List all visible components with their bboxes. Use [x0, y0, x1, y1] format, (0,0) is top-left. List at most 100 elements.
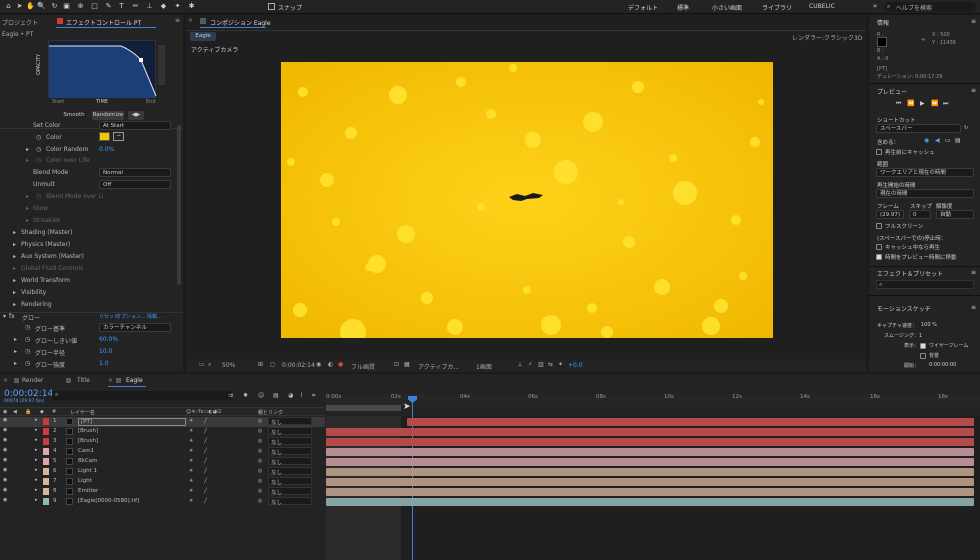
eye-icon[interactable]: ◉ — [3, 437, 7, 443]
layer-row[interactable]: ◉ ▸ 2 [Brush] ✳ ╱ ◎ なし — [0, 427, 325, 437]
first-frame-icon[interactable]: ⏮ — [896, 100, 901, 108]
camera-tool-icon[interactable]: ▣ — [62, 2, 71, 11]
parent-select[interactable]: なし — [268, 417, 312, 426]
effect-panel-scrollbar[interactable] — [177, 125, 181, 285]
tab-project[interactable]: プロジェクト — [2, 18, 38, 27]
fx-switch-icon[interactable]: ╱ — [204, 428, 207, 434]
layer-row[interactable]: ◉ ▸ 8 Emitter ✳ ╱ ◎ なし — [0, 487, 325, 497]
hand-tool-icon[interactable]: ✋ — [26, 2, 35, 11]
range-select[interactable]: ワークエリアと現在の時間 — [876, 168, 974, 177]
work-area-bar[interactable] — [326, 405, 401, 411]
play-icon[interactable]: ▶ — [920, 100, 925, 107]
expand-arrow-icon[interactable]: ▸ — [26, 217, 29, 227]
panel-menu-icon[interactable]: ≡ — [971, 87, 976, 94]
grid-icon[interactable]: ⊞ — [258, 361, 263, 368]
timeline-tab-render[interactable]: Render — [22, 377, 43, 384]
more-workspaces-icon[interactable]: » — [872, 2, 878, 11]
expand-arrow-icon[interactable]: ▸ — [35, 467, 38, 473]
layer-row[interactable]: ◉ ▸ 9 [Eagle[0000-0580].tif] ✳ ╱ ◎ なし — [0, 497, 325, 507]
zoom-select[interactable]: 50% — [222, 362, 235, 369]
expand-arrow-icon[interactable]: ▸ — [26, 193, 29, 203]
layer-bar[interactable] — [326, 458, 974, 466]
loop-icon[interactable]: ↻ — [964, 125, 968, 131]
randomize-button[interactable]: Randomize — [92, 111, 124, 120]
unmult-select[interactable]: Off — [99, 180, 171, 189]
fx-switch-icon[interactable]: ╱ — [204, 468, 207, 474]
color-random-value[interactable]: 0.0% — [99, 146, 114, 156]
eyedropper-icon[interactable]: ⊸ — [113, 132, 124, 141]
workspace-library[interactable]: ライブラリ — [762, 3, 792, 12]
rendering[interactable]: Rendering — [21, 301, 52, 311]
pickwhip-icon[interactable]: ◎ — [258, 428, 262, 434]
draft3d-icon[interactable]: ✸ — [243, 392, 248, 399]
tab-effect-controls[interactable]: エフェクトコントロール PT — [66, 18, 141, 27]
panel-menu-icon[interactable]: ≡ — [971, 304, 976, 311]
workspace-small[interactable]: 小さい画面 — [712, 3, 742, 12]
snap-checkbox[interactable] — [268, 3, 275, 10]
color-swatch[interactable] — [99, 132, 110, 141]
expand-arrow-icon[interactable]: ▸ — [13, 229, 16, 239]
expand-arrow-icon[interactable]: ▸ — [13, 277, 16, 287]
cache-before-checkbox[interactable] — [876, 149, 882, 155]
stopwatch-icon[interactable]: ◷ — [25, 360, 30, 370]
shy-switch-icon[interactable]: ✳ — [189, 418, 193, 424]
expand-arrow-icon[interactable]: ▸ — [35, 427, 38, 433]
fx-switch-icon[interactable]: ╱ — [204, 498, 207, 504]
layer-name[interactable]: [PT] — [78, 418, 186, 426]
move-time-checkbox[interactable] — [876, 254, 882, 260]
layer-name[interactable]: Emitter — [78, 488, 98, 494]
brush-tool-icon[interactable]: ✏ — [131, 2, 140, 11]
help-search-placeholder[interactable]: ヘルプを検索 — [896, 3, 932, 12]
prev-frame-icon[interactable]: ⏪ — [907, 100, 914, 107]
expand-arrow-icon[interactable]: ▸ — [26, 146, 29, 156]
shy-switch-icon[interactable]: ✳ — [189, 428, 193, 434]
mask-icon[interactable]: ◻ — [270, 361, 275, 368]
layer-label-color[interactable] — [43, 448, 49, 455]
parent-select[interactable]: なし — [268, 477, 312, 486]
layer-row[interactable]: ◉ ▸ 7 Light ✳ ╱ ◎ なし — [0, 477, 325, 487]
layer-label-color[interactable] — [43, 488, 49, 495]
flip-button[interactable]: ◀▶ — [128, 111, 144, 120]
rect-tool-icon[interactable]: □ — [90, 2, 99, 11]
layer-name[interactable]: BkCam — [78, 458, 98, 464]
layer-name[interactable]: [Brush] — [78, 438, 98, 444]
next-frame-icon[interactable]: ⏩ — [931, 100, 938, 107]
collapse-arrow-icon[interactable]: ▾ — [3, 313, 6, 323]
exposure-value[interactable]: +0.0 — [568, 362, 583, 369]
layer-bar[interactable] — [326, 428, 974, 436]
video-include-icon[interactable]: ◉ — [924, 137, 929, 144]
pickwhip-icon[interactable]: ◎ — [258, 478, 262, 484]
puppet-tool-icon[interactable]: ✱ — [187, 2, 196, 11]
panel-menu-icon[interactable]: ≡ — [971, 18, 976, 25]
glow-intensity-value[interactable]: 1.0 — [99, 360, 109, 370]
shy-switch-icon[interactable]: ✳ — [189, 478, 193, 484]
layer-label-color[interactable] — [43, 458, 49, 465]
comp-name-tab[interactable]: Eagle — [190, 32, 216, 41]
shy-switch-icon[interactable]: ✳ — [189, 468, 193, 474]
transparency-icon[interactable]: ▦ — [404, 361, 410, 368]
eye-icon[interactable]: ◉ — [3, 447, 7, 453]
view-layout-select[interactable]: 1画面 — [476, 362, 492, 371]
graph-toggle-icon[interactable]: ⌗ — [312, 392, 315, 400]
layer-name[interactable]: Cam1 — [78, 448, 94, 454]
color-random-stopwatch-icon[interactable]: ◷ — [36, 146, 41, 156]
layer-bar[interactable] — [406, 418, 974, 426]
glow-options-link[interactable]: オプション... — [116, 313, 146, 323]
global-fluid-controls[interactable]: Global Fluid Controls — [21, 265, 83, 275]
glow-threshold-value[interactable]: 60.0% — [99, 336, 118, 346]
fx-switch-icon[interactable]: ╱ — [204, 478, 207, 484]
expand-arrow-icon[interactable]: ▸ — [35, 457, 38, 463]
parent-select[interactable]: なし — [268, 487, 312, 496]
tab-composition[interactable]: コンポジション Eagle — [210, 18, 271, 27]
shading-master[interactable]: Shading (Master) — [21, 229, 72, 239]
background-checkbox[interactable] — [920, 353, 926, 359]
magnifier-icon[interactable]: ⌕ — [208, 361, 211, 369]
panel-menu-icon[interactable]: ≡ — [971, 269, 976, 276]
timeline-timecode[interactable]: 0:00:02:14 — [4, 389, 53, 399]
panel-close-icon[interactable]: × — [188, 17, 193, 24]
layer-bar[interactable] — [326, 478, 974, 486]
graph-scrollbar[interactable] — [158, 45, 165, 85]
renderer-value[interactable]: クラシック3D — [824, 33, 862, 42]
last-frame-icon[interactable]: ⏭ — [943, 100, 948, 108]
motion-blur-icon[interactable]: ◕ — [288, 392, 293, 399]
